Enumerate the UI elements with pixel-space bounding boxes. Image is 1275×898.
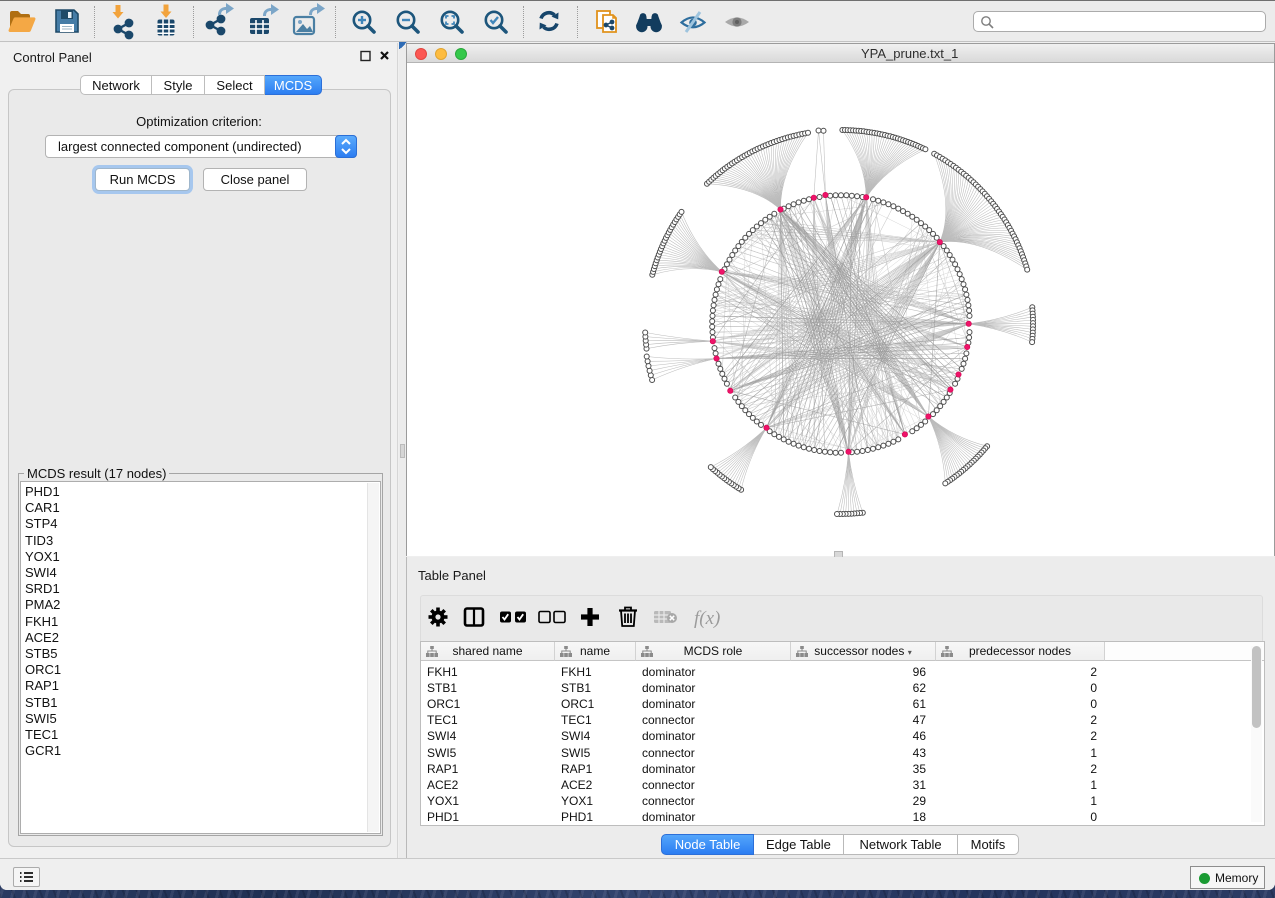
svg-text:f(x): f(x)	[694, 608, 720, 629]
